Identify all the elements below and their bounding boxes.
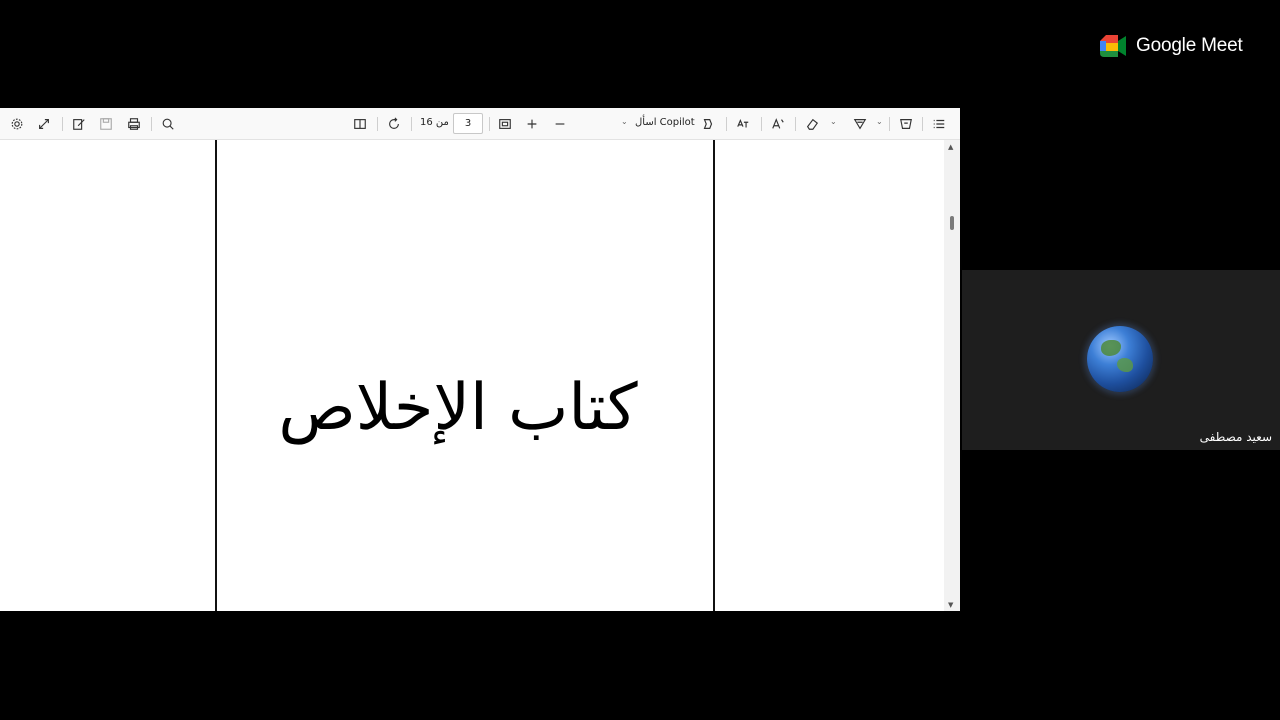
minus-icon[interactable] <box>552 116 568 132</box>
toolbar-divider <box>151 117 152 131</box>
highlight-icon[interactable] <box>852 116 868 132</box>
toolbar-divider <box>795 117 796 131</box>
page-number-input[interactable]: 3 <box>453 113 483 134</box>
scrollbar-thumb[interactable] <box>950 216 954 230</box>
eraser-icon[interactable] <box>804 116 820 132</box>
toolbar-divider <box>726 117 727 131</box>
toolbar-divider <box>62 117 63 131</box>
search-icon[interactable] <box>160 116 176 132</box>
vertical-scrollbar[interactable]: ▲ ▼ <box>944 140 960 611</box>
contents-icon[interactable] <box>931 116 947 132</box>
toolbar-divider <box>889 117 890 131</box>
print-icon[interactable] <box>126 116 142 132</box>
plus-icon[interactable] <box>524 116 540 132</box>
rotate-icon[interactable] <box>386 116 402 132</box>
page-count-label: من 16 <box>420 117 449 128</box>
shared-screen: من 16 3 ⌄ اسأل Copilot ⌄ ⌄ كتاب الإخلاص … <box>0 108 960 611</box>
edit-icon[interactable] <box>71 116 87 132</box>
google-meet-brand: Google Meet <box>1100 33 1243 59</box>
save-icon[interactable] <box>98 116 114 132</box>
toolbar-divider <box>377 117 378 131</box>
toolbar-divider <box>761 117 762 131</box>
settings-icon[interactable] <box>9 116 25 132</box>
toolbar-divider <box>922 117 923 131</box>
view-icon[interactable] <box>352 116 368 132</box>
fit-icon[interactable] <box>497 116 513 132</box>
participant-name: سعيد مصطفى <box>1199 430 1272 444</box>
avatar-globe-icon <box>1087 326 1153 392</box>
scroll-up-icon[interactable]: ▲ <box>948 143 953 151</box>
document-title: كتاب الإخلاص <box>278 371 638 445</box>
toolbar-divider <box>489 117 490 131</box>
copilot-icon[interactable] <box>700 116 716 132</box>
google-meet-logo-icon <box>1100 35 1126 57</box>
read-aloud-icon[interactable] <box>770 116 786 132</box>
translate-icon[interactable] <box>735 116 751 132</box>
draw-icon[interactable] <box>898 116 914 132</box>
scroll-down-icon[interactable]: ▼ <box>948 601 953 609</box>
chevron-down-icon[interactable]: ⌄ <box>876 117 883 126</box>
toolbar-divider <box>411 117 412 131</box>
page-border-right <box>713 140 715 611</box>
participant-tile[interactable]: سعيد مصطفى <box>962 270 1280 450</box>
chevron-down-icon[interactable]: ⌄ <box>621 117 628 126</box>
brand-name: Google Meet <box>1136 35 1243 56</box>
chevron-down-icon[interactable]: ⌄ <box>830 117 837 126</box>
pdf-toolbar: من 16 3 ⌄ اسأل Copilot ⌄ ⌄ <box>0 108 960 140</box>
document-page: كتاب الإخلاص <box>8 140 942 611</box>
expand-icon[interactable] <box>36 116 52 132</box>
copilot-label[interactable]: اسأل Copilot <box>635 117 695 128</box>
